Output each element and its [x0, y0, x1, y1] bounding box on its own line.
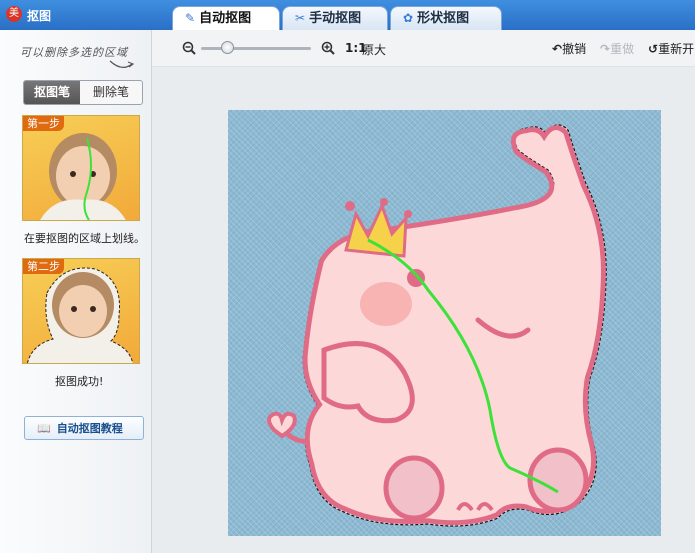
- tab-label: 自动抠图: [199, 11, 252, 26]
- pen-mode-toggle: 抠图笔 删除笔: [23, 80, 143, 105]
- undo-icon: ↶: [552, 42, 563, 56]
- elephant-image: [267, 124, 607, 527]
- hand-cut-icon: ✂: [295, 11, 306, 25]
- erase-pen-button[interactable]: 删除笔: [80, 81, 142, 104]
- redo-button[interactable]: ↷重做: [600, 40, 634, 57]
- title-bar: 美 抠图 ✎ 自动抠图 ✂ 手动抠图 ✿ 形状抠图: [0, 0, 695, 30]
- app-logo-icon: 美: [6, 6, 22, 22]
- tab-manual-cutout[interactable]: ✂ 手动抠图: [282, 6, 388, 30]
- window-title: 抠图: [27, 9, 52, 23]
- zoom-out-icon[interactable]: [182, 41, 196, 55]
- zoom-in-icon[interactable]: [321, 41, 335, 55]
- zoom-slider-handle[interactable]: [221, 41, 234, 54]
- baby-photo: [40, 133, 126, 220]
- baby-cutout-photo: [27, 267, 134, 363]
- undo-button[interactable]: ↶撤销: [552, 40, 586, 57]
- redo-label: 重做: [610, 42, 635, 56]
- reset-button[interactable]: ↺重新开: [648, 40, 695, 57]
- step2-badge: 第二步: [23, 259, 64, 274]
- shape-icon: ✿: [403, 11, 414, 25]
- redo-icon: ↷: [600, 42, 611, 56]
- tab-label: 形状抠图: [417, 11, 470, 26]
- curved-arrow-icon: [109, 60, 135, 68]
- tab-shape-cutout[interactable]: ✿ 形状抠图: [390, 6, 502, 30]
- zoom-slider-track[interactable]: [201, 47, 311, 50]
- step1-badge: 第一步: [23, 116, 64, 131]
- tab-auto-cutout[interactable]: ✎ 自动抠图: [172, 6, 280, 30]
- image-canvas[interactable]: [228, 110, 661, 536]
- cutout-pen-button[interactable]: 抠图笔: [24, 81, 80, 104]
- tutorial-button[interactable]: 📖 自动抠图教程: [24, 416, 144, 440]
- reset-icon: ↺: [648, 42, 659, 56]
- step2-caption: 抠图成功!: [55, 375, 104, 388]
- reset-label: 重新开: [658, 42, 695, 56]
- brush-icon: ✎: [185, 11, 196, 25]
- undo-label: 撤销: [562, 42, 587, 56]
- left-panel: 可以删除多选的区域 抠图笔 删除笔 第一步 在要抠图的区域上划线。 第二步 抠图…: [0, 30, 152, 553]
- step2-example-image: 第二步: [22, 258, 140, 364]
- step1-caption: 在要抠图的区域上划线。: [24, 232, 145, 245]
- tutorial-label: 自动抠图教程: [56, 422, 123, 435]
- original-size-button[interactable]: 原大: [362, 41, 386, 58]
- tab-label: 手动抠图: [309, 11, 362, 26]
- step1-example-image: 第一步: [22, 115, 140, 221]
- book-icon: 📖: [37, 422, 51, 435]
